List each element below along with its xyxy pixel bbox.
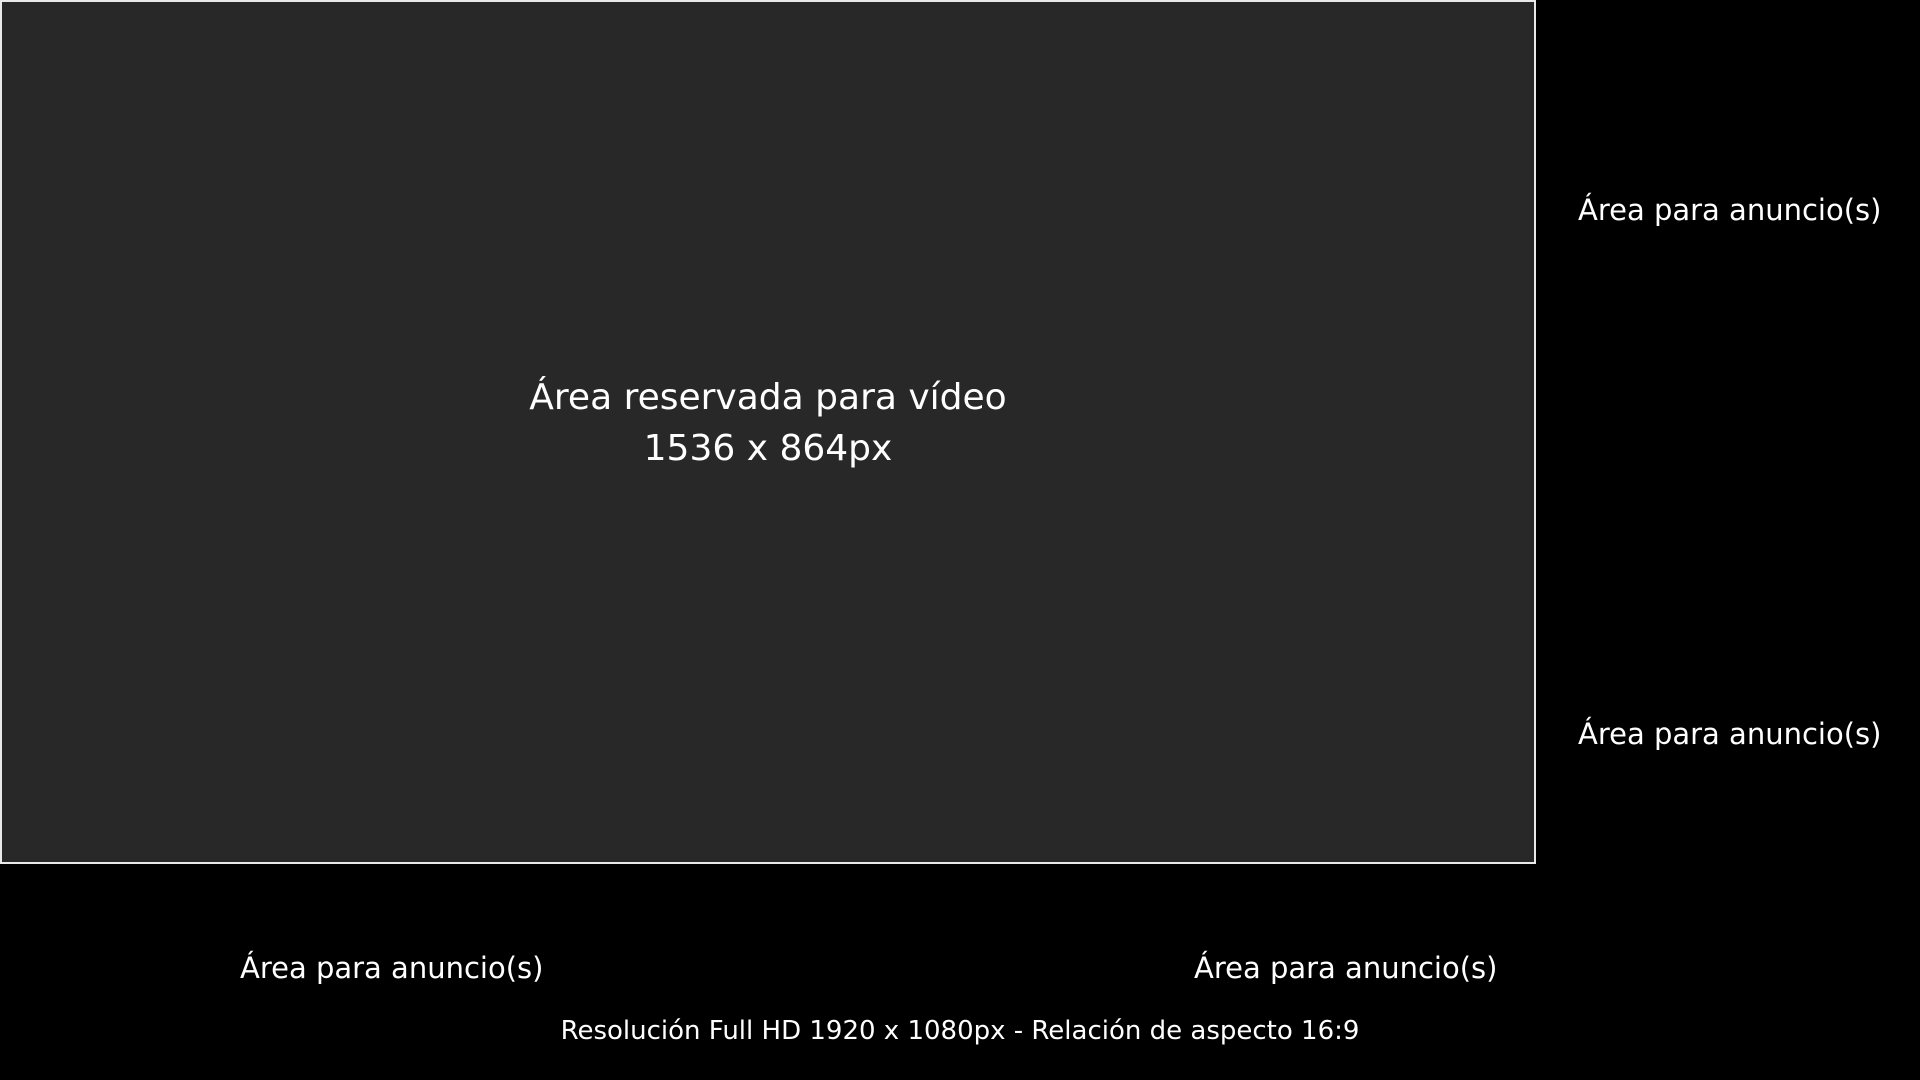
ad-area-right-bottom: Área para anuncio(s) [1578,717,1882,751]
ad-area-bottom-right: Área para anuncio(s) [1194,951,1498,985]
video-area: Área reservada para vídeo 1536 x 864px [0,0,1536,864]
video-area-label: Área reservada para vídeo 1536 x 864px [2,0,1534,853]
video-area-size: 1536 x 864px [643,428,893,469]
video-area-title: Área reservada para vídeo [529,377,1007,418]
ad-area-right-top: Área para anuncio(s) [1578,193,1882,227]
resolution-caption: Resolución Full HD 1920 x 1080px - Relac… [560,1016,1360,1046]
ad-area-bottom-left: Área para anuncio(s) [240,951,544,985]
